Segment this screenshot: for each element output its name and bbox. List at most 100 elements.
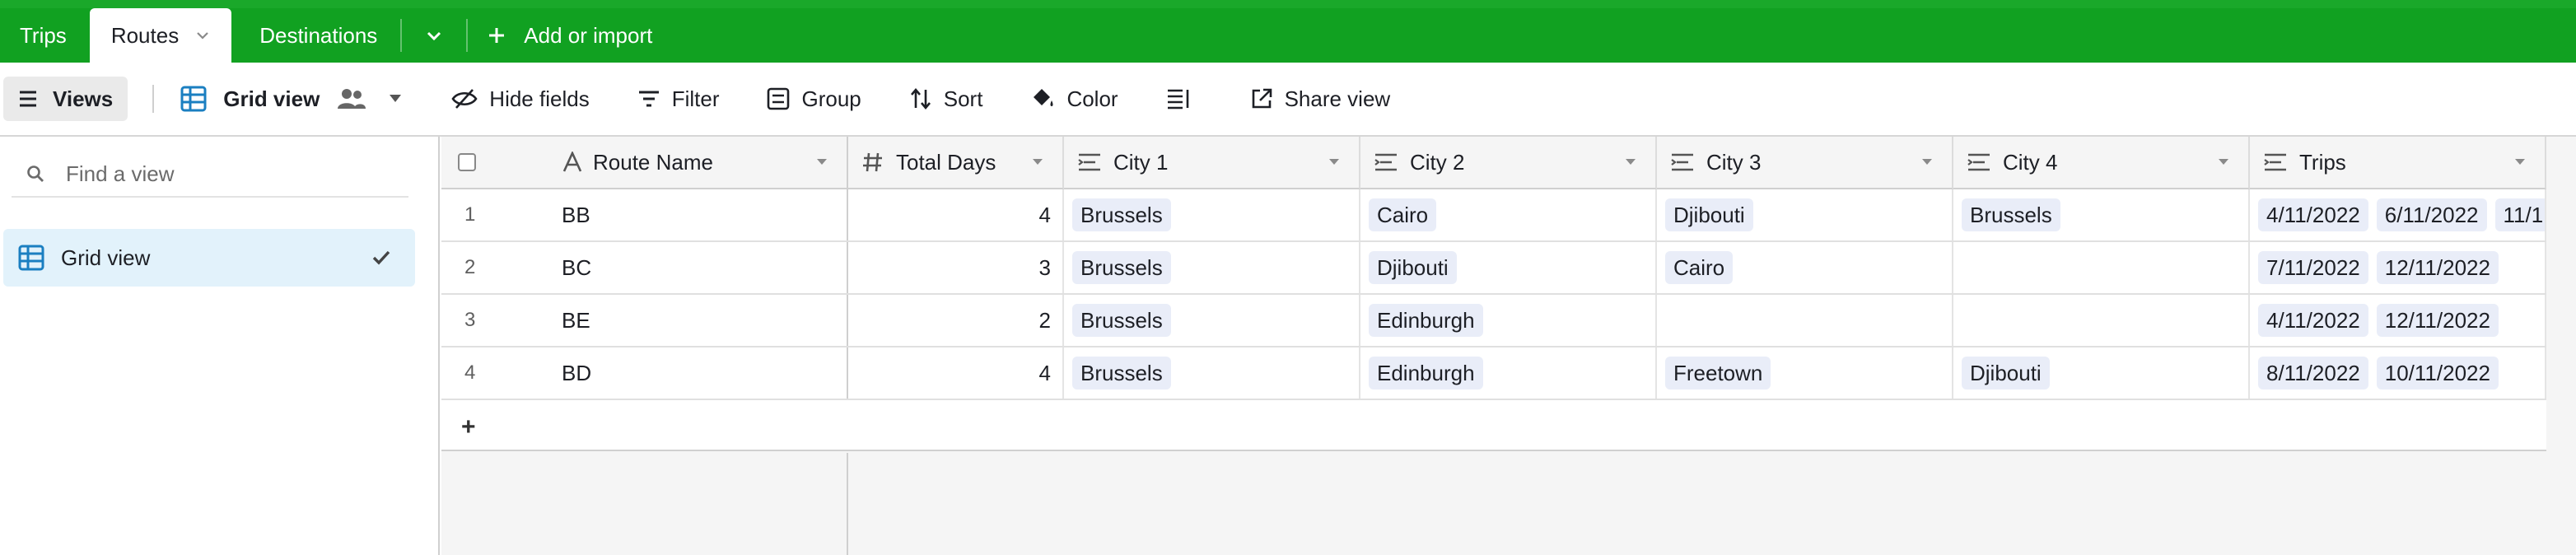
city-4-cell[interactable]: Brussels <box>1953 189 2250 240</box>
plus-icon <box>489 28 505 43</box>
frozen-column-divider[interactable] <box>847 453 848 555</box>
route-name-cell[interactable]: BB <box>562 189 848 240</box>
city-chip: Freetown <box>1665 357 1771 389</box>
chevron-down-icon[interactable] <box>195 28 210 43</box>
add-or-import-label: Add or import <box>524 22 653 48</box>
column-header[interactable]: City 4 <box>1953 137 2250 189</box>
chevron-down-icon[interactable] <box>1624 157 1637 167</box>
trips-cell[interactable]: 8/11/2022 10/11/2022 <box>2250 347 2546 399</box>
city-2-cell[interactable]: Cairo <box>1360 189 1657 240</box>
sort-label: Sort <box>943 86 983 111</box>
route-name-cell[interactable]: BE <box>562 295 848 346</box>
add-record-row[interactable]: + <box>441 400 2546 451</box>
share-view-button[interactable]: Share view <box>1250 86 1391 112</box>
total-days-cell[interactable]: 4 <box>848 189 1064 240</box>
city-2-cell[interactable]: Edinburgh <box>1360 295 1657 346</box>
tab-routes[interactable]: Routes <box>89 8 232 63</box>
tab-destinations-label: Destinations <box>259 22 378 48</box>
select-all-checkbox[interactable] <box>458 153 476 171</box>
eye-slash-icon <box>451 89 478 109</box>
city-2-cell[interactable]: Edinburgh <box>1360 347 1657 399</box>
city-2-cell[interactable]: Djibouti <box>1360 242 1657 293</box>
chevron-down-icon[interactable] <box>2217 157 2230 167</box>
city-1-cell[interactable]: Brussels <box>1064 295 1360 346</box>
city-3-cell[interactable] <box>1657 295 1953 346</box>
tab-trips[interactable]: Trips <box>0 8 86 63</box>
city-1-cell[interactable]: Brussels <box>1064 189 1360 240</box>
tab-trips-label: Trips <box>20 22 67 48</box>
trips-cell[interactable]: 7/11/2022 12/11/2022 <box>2250 242 2546 293</box>
chevron-down-icon[interactable] <box>1328 157 1341 167</box>
table-row[interactable]: 3 BE 2 Brussels Edinburgh 4/11/2022 12/1… <box>441 295 2546 347</box>
city-4-cell[interactable]: Djibouti <box>1953 347 2250 399</box>
row-height-button[interactable] <box>1166 88 1202 110</box>
table-row[interactable]: 1 BB 4 Brussels Cairo Djibouti Brussels … <box>441 189 2546 242</box>
city-1-cell[interactable]: Brussels <box>1064 347 1360 399</box>
caret-down-icon[interactable] <box>389 94 402 104</box>
city-3-cell[interactable]: Djibouti <box>1657 189 1953 240</box>
city-chip: Brussels <box>1962 198 2060 231</box>
tab-separator <box>400 19 403 52</box>
group-icon <box>768 87 790 110</box>
column-header[interactable]: City 3 <box>1657 137 1953 189</box>
table-row[interactable]: 2 BC 3 Brussels Djibouti Cairo 7/11/2022… <box>441 242 2546 295</box>
grid-view-switcher[interactable]: Grid view <box>180 86 402 112</box>
hash-icon <box>863 152 882 172</box>
city-1-cell[interactable]: Brussels <box>1064 242 1360 293</box>
hide-fields-button[interactable]: Hide fields <box>451 86 590 112</box>
city-chip: Djibouti <box>1665 198 1753 231</box>
share-view-label: Share view <box>1284 86 1391 111</box>
column-header[interactable]: Total Days <box>848 137 1064 189</box>
column-header[interactable]: City 1 <box>1064 137 1360 189</box>
tab-destinations[interactable]: Destinations <box>240 8 397 63</box>
more-tables-button[interactable] <box>405 8 463 63</box>
route-name-cell[interactable]: BD <box>562 347 848 399</box>
row-height-icon <box>1167 89 1188 110</box>
filter-button[interactable]: Filter <box>637 86 719 112</box>
column-header[interactable]: City 2 <box>1360 137 1657 189</box>
sidebar-view-grid-view[interactable]: Grid view <box>3 229 415 287</box>
total-days-cell[interactable]: 4 <box>848 347 1064 399</box>
city-4-cell[interactable] <box>1953 242 2250 293</box>
total-days-cell[interactable]: 3 <box>848 242 1064 293</box>
route-name-cell[interactable]: BC <box>562 242 848 293</box>
row-number: 4 <box>464 361 476 384</box>
city-chip: Brussels <box>1072 251 1171 284</box>
city-chip: Brussels <box>1072 198 1171 231</box>
lookup-icon <box>1671 153 1693 171</box>
trips-cell[interactable]: 4/11/2022 12/11/2022 <box>2250 295 2546 346</box>
hide-fields-label: Hide fields <box>489 86 590 111</box>
city-4-cell[interactable] <box>1953 295 2250 346</box>
trip-chip: 4/11/2022 <box>2258 304 2368 337</box>
chevron-down-icon[interactable] <box>1031 157 1044 167</box>
sort-button[interactable]: Sort <box>909 86 983 112</box>
column-header-trips: Trips <box>2299 149 2346 175</box>
table-tab-bar: Trips Routes Destinations Add or import <box>0 0 2576 63</box>
color-button[interactable]: Color <box>1030 86 1118 112</box>
column-header[interactable]: Trips <box>2250 137 2546 189</box>
find-view-input[interactable]: Find a view <box>12 152 408 198</box>
trips-cell[interactable]: 4/11/2022 6/11/2022 11/1 <box>2250 189 2546 240</box>
paint-bucket-icon <box>1034 89 1053 106</box>
city-3-cell[interactable]: Cairo <box>1657 242 1953 293</box>
trip-chip: 6/11/2022 <box>2376 198 2487 231</box>
lookup-icon <box>1967 153 1990 171</box>
header-frozen: Route Name <box>441 137 848 189</box>
chevron-down-icon[interactable] <box>815 157 828 167</box>
views-sidebar: Find a view Grid view <box>0 137 440 555</box>
table-row[interactable]: 4 BD 4 Brussels Edinburgh Freetown Djibo… <box>441 347 2546 400</box>
row-number: 1 <box>464 203 476 226</box>
column-header-city-1: City 1 <box>1113 149 1169 175</box>
group-button[interactable]: Group <box>767 86 861 112</box>
lookup-icon <box>2264 153 2286 171</box>
add-or-import-button[interactable]: Add or import <box>471 8 672 63</box>
total-days-cell[interactable]: 2 <box>848 295 1064 346</box>
chevron-down-icon[interactable] <box>1920 157 1934 167</box>
city-3-cell[interactable]: Freetown <box>1657 347 1953 399</box>
views-button[interactable]: Views <box>3 77 128 121</box>
column-header-route-name[interactable]: Route Name <box>593 150 815 175</box>
chevron-down-icon[interactable] <box>2513 157 2527 167</box>
search-icon <box>27 166 44 182</box>
group-label: Group <box>801 86 861 111</box>
column-header-city-4: City 4 <box>2003 149 2058 175</box>
